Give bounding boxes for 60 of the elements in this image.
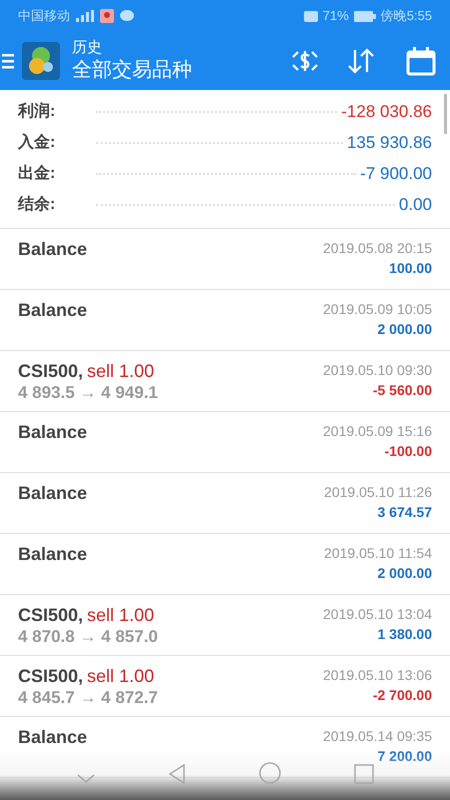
side-text: sell 1.00 — [87, 665, 154, 687]
summary-label: 结余: — [18, 194, 56, 214]
deal-type-text: Balance — [18, 543, 88, 565]
deal-type-text: Balance — [18, 726, 88, 748]
back-icon[interactable] — [168, 764, 186, 784]
summary-value: -7 900.00 — [360, 162, 432, 185]
screen-title: 历史 — [72, 39, 103, 57]
profit-text: -5 560.00 — [372, 381, 432, 400]
deal-type-text: Balance — [18, 299, 88, 321]
home-icon[interactable] — [258, 762, 280, 784]
scrollbar — [444, 94, 447, 134]
deal-time: 2019.05.10 13:06 — [323, 666, 432, 685]
symbol-text: CSI500, — [18, 665, 84, 687]
app-logo-icon — [22, 42, 60, 80]
deal-time: 2019.05.09 10:05 — [323, 300, 432, 319]
summary-value: -128 030.86 — [341, 100, 432, 123]
summary-value: 135 930.86 — [346, 132, 432, 154]
profit-text: 1 380.00 — [378, 625, 432, 644]
side-text: sell 1.00 — [87, 604, 154, 626]
profit-text: 3 674.57 — [378, 503, 432, 522]
carrier-text: 中国移动 — [18, 7, 70, 26]
profit-text: -100.00 — [384, 442, 432, 461]
price-text: 4 893.5 → 4 949.1 — [18, 382, 158, 404]
battery-text: 71% — [322, 7, 349, 26]
profit-text: -2 700.00 — [372, 686, 432, 705]
price-text: 4 870.8 → 4 857.0 — [18, 626, 158, 648]
symbol-filter-text[interactable]: 全部交易品种 — [72, 57, 192, 83]
summary-value: 0.00 — [398, 194, 432, 216]
deal-time: 2019.05.10 13:04 — [323, 605, 432, 624]
currency-exchange-icon[interactable] — [290, 48, 320, 74]
battery-icon — [354, 10, 376, 22]
menu-icon[interactable] — [2, 53, 14, 69]
deal-time: 2019.05.14 09:35 — [323, 727, 432, 746]
deal-type-text: Balance — [18, 421, 88, 443]
chevron-down-icon[interactable] — [76, 774, 94, 784]
sort-icon[interactable] — [346, 48, 376, 74]
symbol-text: CSI500, — [18, 360, 84, 382]
deal-time: 2019.05.08 20:15 — [323, 239, 432, 258]
profit-text: 2 000.00 — [378, 564, 432, 583]
summary-label: 利润: — [18, 101, 56, 122]
summary-label: 入金: — [18, 132, 56, 152]
side-text: sell 1.00 — [87, 360, 154, 382]
deal-type-text: Balance — [18, 238, 88, 260]
symbol-text: CSI500, — [18, 604, 84, 626]
calendar-icon[interactable] — [406, 46, 436, 76]
deal-time: 2019.05.10 09:30 — [323, 361, 432, 380]
profit-text: 2 000.00 — [378, 320, 432, 339]
deal-time: 2019.05.10 11:54 — [324, 544, 432, 563]
deal-time: 2019.05.10 11:26 — [324, 483, 432, 502]
price-text: 4 845.7 → 4 872.7 — [18, 687, 158, 709]
signal-icon — [76, 10, 94, 22]
notification-icon — [100, 9, 114, 23]
profit-text: 100.00 — [389, 259, 432, 278]
deal-time: 2019.05.09 15:16 — [323, 422, 432, 441]
summary-label: 出金: — [18, 164, 56, 184]
recents-icon[interactable] — [354, 764, 374, 784]
message-icon — [120, 10, 134, 22]
profit-text: 7 200.00 — [378, 747, 432, 766]
clock-text: 傍晚5:55 — [380, 7, 432, 26]
deal-type-text: Balance — [18, 482, 88, 504]
